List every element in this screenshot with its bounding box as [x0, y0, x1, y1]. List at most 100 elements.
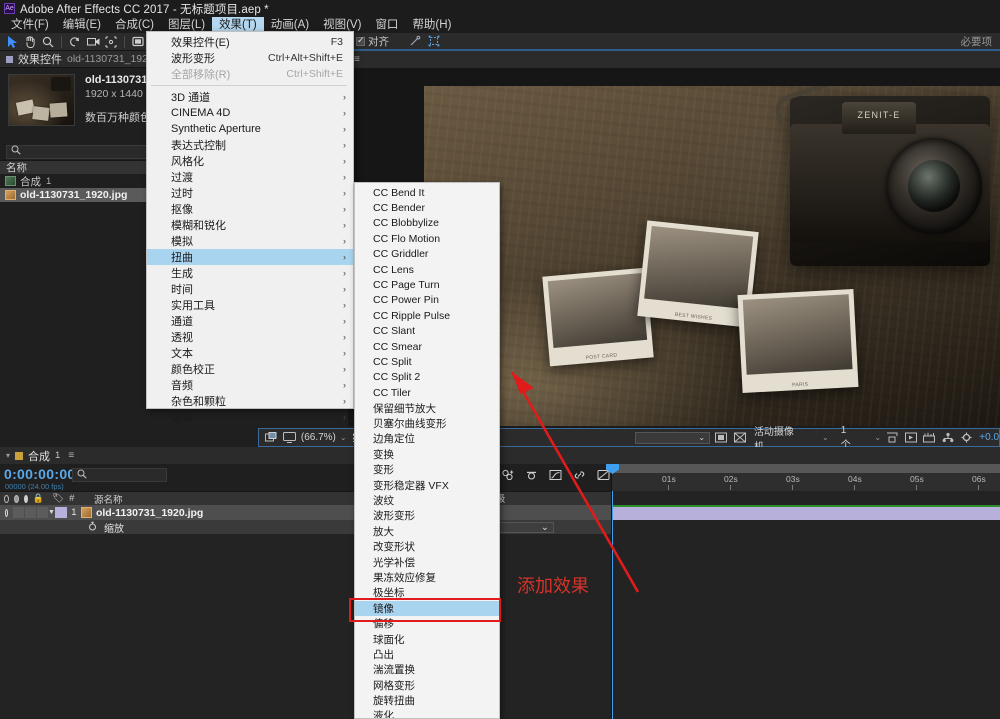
resolution-dropdown[interactable]: ⌄: [635, 432, 710, 444]
snap-checkbox-icon[interactable]: [356, 37, 365, 46]
menu-item-text[interactable]: 文本›: [147, 345, 353, 361]
submenu-item-cc-bender[interactable]: CC Bender: [355, 200, 499, 215]
submenu-item-cc-blobbylize[interactable]: CC Blobbylize: [355, 216, 499, 231]
workspace-name[interactable]: 必要项: [961, 34, 1000, 49]
camera-chevron-down-icon[interactable]: ⌄: [822, 433, 829, 442]
submenu-item-corner-pin[interactable]: 边角定位: [355, 431, 499, 446]
zoom-chevron-down-icon[interactable]: ⌄: [340, 433, 347, 442]
monitor-icon[interactable]: [282, 431, 296, 445]
solo-toggle[interactable]: [25, 507, 36, 518]
submenu-item-warp[interactable]: 变形: [355, 462, 499, 477]
menu-item-audio[interactable]: 音频›: [147, 377, 353, 393]
submenu-item-cc-split-2[interactable]: CC Split 2: [355, 370, 499, 385]
submenu-item-reshape[interactable]: 改变形状: [355, 539, 499, 554]
menu-item-synthetic-aperture[interactable]: Synthetic Aperture›: [147, 121, 353, 137]
viewcount-chevron-down-icon[interactable]: ⌄: [874, 433, 881, 442]
menu-item-wave-warp[interactable]: 波形变形 Ctrl+Alt+Shift+E: [147, 50, 353, 66]
pen-stroke-icon[interactable]: [407, 34, 422, 48]
mask-transform-icon[interactable]: [426, 34, 441, 48]
layer-visibility-icon[interactable]: [5, 509, 8, 517]
menu-item-generate[interactable]: 生成›: [147, 265, 353, 281]
layer-label-color[interactable]: [55, 507, 67, 518]
submenu-item-cc-power-pin[interactable]: CC Power Pin: [355, 293, 499, 308]
hand-tool-icon[interactable]: [22, 34, 38, 49]
submenu-item-magnify[interactable]: 放大: [355, 524, 499, 539]
submenu-item-cc-griddler[interactable]: CC Griddler: [355, 247, 499, 262]
menu-item-color-correction[interactable]: 颜色校正›: [147, 361, 353, 377]
submenu-item-optics-compensation[interactable]: 光学补偿: [355, 554, 499, 569]
motion-blur-icon[interactable]: [524, 468, 538, 482]
work-area-bar[interactable]: [612, 464, 1000, 473]
menu-file[interactable]: 文件(F): [4, 17, 56, 33]
menu-item-distort[interactable]: 扭曲›: [147, 249, 353, 265]
submenu-item-cc-bend-it[interactable]: CC Bend It: [355, 185, 499, 200]
submenu-item-spherize[interactable]: 球面化: [355, 631, 499, 646]
toggle-transparency-grid-icon[interactable]: [714, 431, 728, 445]
menu-item-simulation[interactable]: 模拟›: [147, 233, 353, 249]
timeline-track-grid[interactable]: [611, 491, 1000, 719]
menu-item-perspective[interactable]: 透视›: [147, 329, 353, 345]
menu-window[interactable]: 窗口: [368, 17, 405, 33]
submenu-item-liquify[interactable]: 液化: [355, 708, 499, 719]
viewer-menu-icon[interactable]: ≡: [354, 54, 360, 65]
layer-duration-bar[interactable]: [612, 507, 1000, 520]
submenu-item-cc-page-turn[interactable]: CC Page Turn: [355, 277, 499, 292]
menu-item-channel[interactable]: 通道›: [147, 313, 353, 329]
menu-item-time[interactable]: 时间›: [147, 281, 353, 297]
submenu-item-cc-slant[interactable]: CC Slant: [355, 324, 499, 339]
shape-tool-icon[interactable]: [130, 34, 146, 49]
frame-blending-icon[interactable]: [500, 468, 514, 482]
submenu-item-transform[interactable]: 变换: [355, 447, 499, 462]
fast-previews-icon[interactable]: [904, 431, 918, 445]
menu-edit[interactable]: 编辑(E): [56, 17, 108, 33]
menu-item-noise-grain[interactable]: 杂色和颗粒›: [147, 393, 353, 409]
graph-editor-icon[interactable]: [548, 468, 562, 482]
exposure-value[interactable]: +0.0: [979, 432, 999, 443]
menu-item-matte[interactable]: 遮罩›: [147, 409, 353, 425]
menu-item-utility[interactable]: 实用工具›: [147, 297, 353, 313]
effects-dropdown-menu[interactable]: 效果控件(E) F3 波形变形 Ctrl+Alt+Shift+E 全部移除(R)…: [146, 31, 354, 409]
menu-item-expression-controls[interactable]: 表达式控制›: [147, 137, 353, 153]
submenu-item-cc-split[interactable]: CC Split: [355, 354, 499, 369]
exposure-reset-icon[interactable]: [959, 431, 973, 445]
menu-item-keying[interactable]: 抠像›: [147, 201, 353, 217]
distort-submenu[interactable]: CC Bend It CC Bender CC Blobbylize CC Fl…: [354, 182, 500, 719]
menu-help[interactable]: 帮助(H): [405, 17, 458, 33]
timeline-ruler[interactable]: 01s 02s 03s 04s 05s 06s: [611, 464, 1000, 491]
collapse-chevron-icon[interactable]: ▾: [6, 451, 10, 460]
submenu-item-rolling-shutter-repair[interactable]: 果冻效应修复: [355, 570, 499, 585]
property-name[interactable]: 缩放: [104, 520, 124, 535]
pan-behind-tool-icon[interactable]: [103, 34, 119, 49]
submenu-item-cc-smear[interactable]: CC Smear: [355, 339, 499, 354]
menu-item-stylize[interactable]: 风格化›: [147, 153, 353, 169]
toggle-mask-paths-icon[interactable]: [733, 431, 747, 445]
audio-toggle[interactable]: [13, 507, 24, 518]
renderer-icon[interactable]: [940, 431, 954, 445]
lock-toggle[interactable]: [37, 507, 48, 518]
camera-tool-icon[interactable]: [85, 34, 101, 49]
current-time-indicator[interactable]: [612, 491, 613, 719]
menu-item-blur-sharpen[interactable]: 模糊和锐化›: [147, 217, 353, 233]
zoom-tool-icon[interactable]: [40, 34, 56, 49]
submenu-item-cc-ripple-pulse[interactable]: CC Ripple Pulse: [355, 308, 499, 323]
timeline-comp-name[interactable]: 合成: [28, 448, 50, 464]
submenu-item-bulge[interactable]: 凸出: [355, 647, 499, 662]
stopwatch-icon[interactable]: [88, 521, 97, 533]
submenu-item-detail-preserving-upscale[interactable]: 保留细节放大: [355, 400, 499, 415]
viewer-zoom-level[interactable]: (66.7%): [301, 432, 336, 443]
submenu-item-cc-lens[interactable]: CC Lens: [355, 262, 499, 277]
menu-item-transition[interactable]: 过渡›: [147, 169, 353, 185]
submenu-item-warp-stabilizer-vfx[interactable]: 变形稳定器 VFX: [355, 477, 499, 492]
selection-tool-icon[interactable]: [4, 34, 20, 49]
layer-expand-triangle-icon[interactable]: ▼: [48, 509, 55, 516]
menu-item-obsolete[interactable]: 过时›: [147, 185, 353, 201]
submenu-item-cc-tiler[interactable]: CC Tiler: [355, 385, 499, 400]
submenu-item-wave-warp[interactable]: 波形变形: [355, 508, 499, 523]
submenu-item-turbulent-displace[interactable]: 湍流置换: [355, 662, 499, 677]
source-name-header[interactable]: 源名称: [90, 492, 127, 506]
submenu-item-cc-flo-motion[interactable]: CC Flo Motion: [355, 231, 499, 246]
submenu-item-ripple[interactable]: 波纹: [355, 493, 499, 508]
timeline-menu-icon[interactable]: ≡: [68, 450, 74, 461]
pixel-aspect-icon[interactable]: [885, 431, 899, 445]
menu-item-cinema-4d[interactable]: CINEMA 4D›: [147, 105, 353, 121]
